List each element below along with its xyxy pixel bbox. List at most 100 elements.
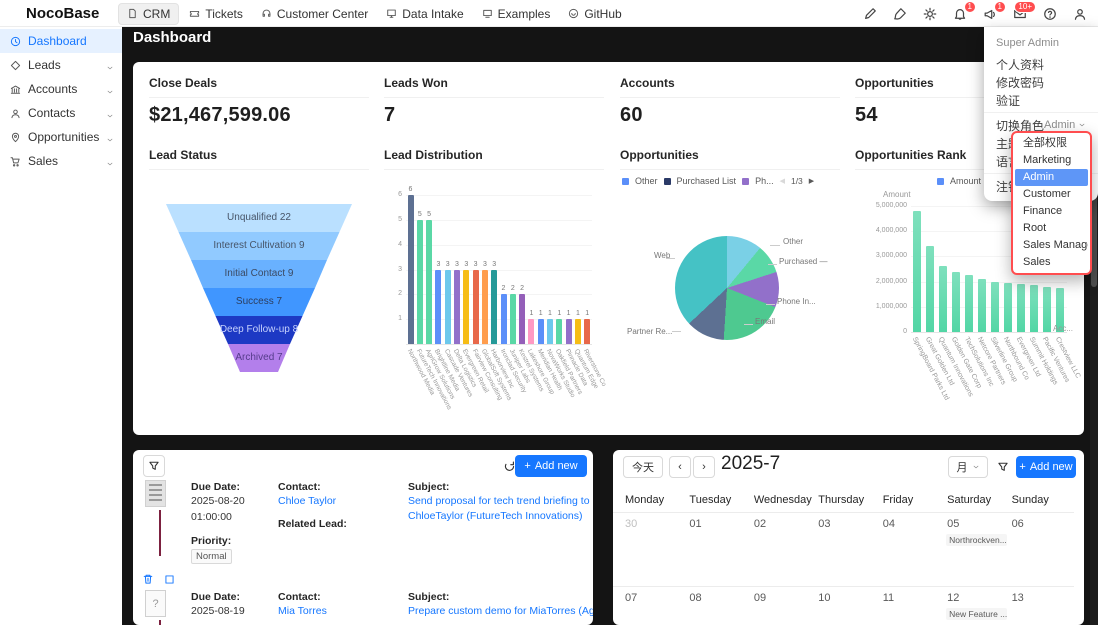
megaphone-button[interactable]: 1	[982, 6, 998, 22]
calendar-event[interactable]: Northrockven...	[946, 534, 1006, 546]
legend-label[interactable]: Purchased List	[677, 176, 737, 186]
role-option-sales[interactable]: Sales	[1015, 254, 1088, 271]
contact-link[interactable]: Mia Torres	[278, 605, 327, 617]
role-option-root[interactable]: Root	[1015, 220, 1088, 237]
rank-bar	[926, 246, 934, 332]
calendar-date[interactable]: 02	[754, 518, 766, 530]
tasks-filter-button[interactable]	[143, 455, 165, 477]
sidebar-item-dashboard[interactable]: Dashboard	[0, 29, 122, 53]
menu-item-verification[interactable]: 验证	[984, 91, 1098, 109]
calendar-date[interactable]: 03	[818, 518, 830, 530]
subject-link[interactable]: ChloeTaylor (FutureTech Innovations)	[408, 510, 583, 522]
role-option-customer[interactable]: Customer	[1015, 186, 1088, 203]
rank-bar	[1030, 285, 1038, 332]
calendar-today-button[interactable]: 今天	[623, 456, 663, 478]
calendar-date[interactable]: 01	[689, 518, 701, 530]
sidebar-item-leads[interactable]: Leads	[0, 53, 122, 77]
nav-item-data-intake[interactable]: Data Intake	[378, 4, 471, 24]
nav-item-github[interactable]: GitHub	[560, 4, 629, 24]
subject-link[interactable]: Send proposal for tech trend briefing to	[408, 495, 590, 507]
legend-label[interactable]: Ph...	[755, 176, 774, 186]
calendar-day-header: Saturday	[947, 494, 991, 506]
mail-button[interactable]: 10+	[1012, 6, 1028, 22]
sidebar-item-sales[interactable]: Sales	[0, 149, 122, 173]
sidebar-item-opportunities[interactable]: Opportunities	[0, 125, 122, 149]
calendar-next-button[interactable]: ›	[693, 456, 715, 478]
calendar-date[interactable]: 30	[625, 518, 637, 530]
gear-button[interactable]	[922, 6, 938, 22]
calendar-filter-button[interactable]	[992, 456, 1014, 478]
legend-prev-icon[interactable]: ◀	[780, 177, 785, 185]
nocobase-logo[interactable]: NocoBase	[26, 0, 99, 27]
attachment-thumbnail[interactable]	[145, 480, 166, 507]
chart-header-0: Lead Status	[149, 148, 369, 170]
nav-item-crm[interactable]: CRM	[118, 3, 179, 25]
menu-item-change-password[interactable]: 修改密码	[984, 73, 1098, 91]
bell-button[interactable]: 1	[952, 6, 968, 22]
row-delete-button[interactable]	[141, 572, 155, 586]
pie-callout-line	[766, 304, 775, 305]
row-select-checkbox[interactable]	[163, 572, 176, 586]
menu-item-label: 验证	[996, 92, 1020, 109]
y-tick-label: 4,000,000	[863, 227, 907, 234]
top-navbar: NocoBase CRMTicketsCustomer CenterData I…	[0, 0, 1098, 27]
calendar-date[interactable]: 11	[883, 592, 894, 604]
calendar-date[interactable]: 05	[947, 518, 959, 530]
chevron-down-icon[interactable]	[106, 109, 114, 123]
nav-item-customer-center[interactable]: Customer Center	[253, 4, 376, 24]
ticket-icon	[189, 8, 200, 19]
calendar-date[interactable]: 12	[947, 592, 959, 604]
role-option-admin[interactable]: Admin	[1015, 169, 1088, 186]
calendar-date[interactable]: 09	[754, 592, 766, 604]
chevron-down-icon[interactable]	[106, 85, 114, 99]
calendar-prev-button[interactable]: ‹	[669, 456, 691, 478]
calendar-add-new-button[interactable]: +Add new	[1016, 456, 1076, 478]
dist-bar	[454, 270, 460, 345]
calendar-date[interactable]: 10	[818, 592, 830, 604]
calendar-date[interactable]: 07	[625, 592, 637, 604]
nav-item-tickets[interactable]: Tickets	[181, 4, 251, 24]
sidebar-item-label: Sales	[28, 154, 58, 168]
attachment-thumbnail-broken[interactable]: ?	[145, 590, 166, 617]
role-option-全部权限[interactable]: 全部权限	[1015, 135, 1088, 152]
calendar-view-select[interactable]: 月	[948, 456, 988, 478]
user-button[interactable]	[1072, 6, 1088, 22]
sidebar-item-label: Accounts	[28, 82, 77, 96]
calendar-date[interactable]: 08	[689, 592, 701, 604]
role-select[interactable]: Admin	[1044, 119, 1086, 131]
pie-callout-label: Other	[783, 237, 803, 246]
calendar-date[interactable]: 04	[883, 518, 895, 530]
legend-next-icon[interactable]: ▶	[809, 177, 814, 185]
sidebar-item-label: Leads	[28, 58, 61, 72]
calendar-date[interactable]: 13	[1012, 592, 1024, 604]
dist-bar-value: 3	[488, 261, 500, 268]
sidebar-item-accounts[interactable]: Accounts	[0, 77, 122, 101]
dist-bar	[435, 270, 441, 345]
chevron-down-icon[interactable]	[106, 157, 114, 171]
chevron-down-icon[interactable]	[106, 61, 114, 75]
menu-item-profile[interactable]: 个人资料	[984, 55, 1098, 73]
gridline	[406, 220, 592, 221]
role-option-marketing[interactable]: Marketing	[1015, 152, 1088, 169]
lead-status-funnel: Unqualified 22Interest Cultivation 9Init…	[149, 174, 369, 429]
nav-item-examples[interactable]: Examples	[474, 4, 559, 24]
pen-button[interactable]	[862, 6, 878, 22]
chevdown-icon	[1078, 121, 1086, 129]
calendar-event[interactable]: New Feature ...	[946, 608, 1006, 620]
role-option-finance[interactable]: Finance	[1015, 203, 1088, 220]
chevron-down-icon[interactable]	[106, 133, 114, 147]
priority-tag: Normal	[191, 549, 232, 564]
brush-button[interactable]	[892, 6, 908, 22]
rank-bar	[1017, 284, 1025, 332]
calendar-date[interactable]: 06	[1012, 518, 1024, 530]
sidebar-item-contacts[interactable]: Contacts	[0, 101, 122, 125]
help-button[interactable]	[1042, 6, 1058, 22]
legend-label[interactable]: Amount	[950, 176, 981, 186]
contact-link[interactable]: Chloe Taylor	[278, 495, 336, 507]
dashboard-widgets-card: Close Deals$21,467,599.06Leads Won7Accou…	[133, 62, 1084, 435]
role-option-sales-manager[interactable]: Sales Manager	[1015, 237, 1088, 254]
tasks-add-new-button[interactable]: +Add new	[515, 455, 587, 477]
subject-link[interactable]: Prepare custom demo for MiaTorres (AgriG…	[408, 605, 593, 617]
legend-label[interactable]: Other	[635, 176, 658, 186]
doc-icon	[127, 8, 138, 19]
